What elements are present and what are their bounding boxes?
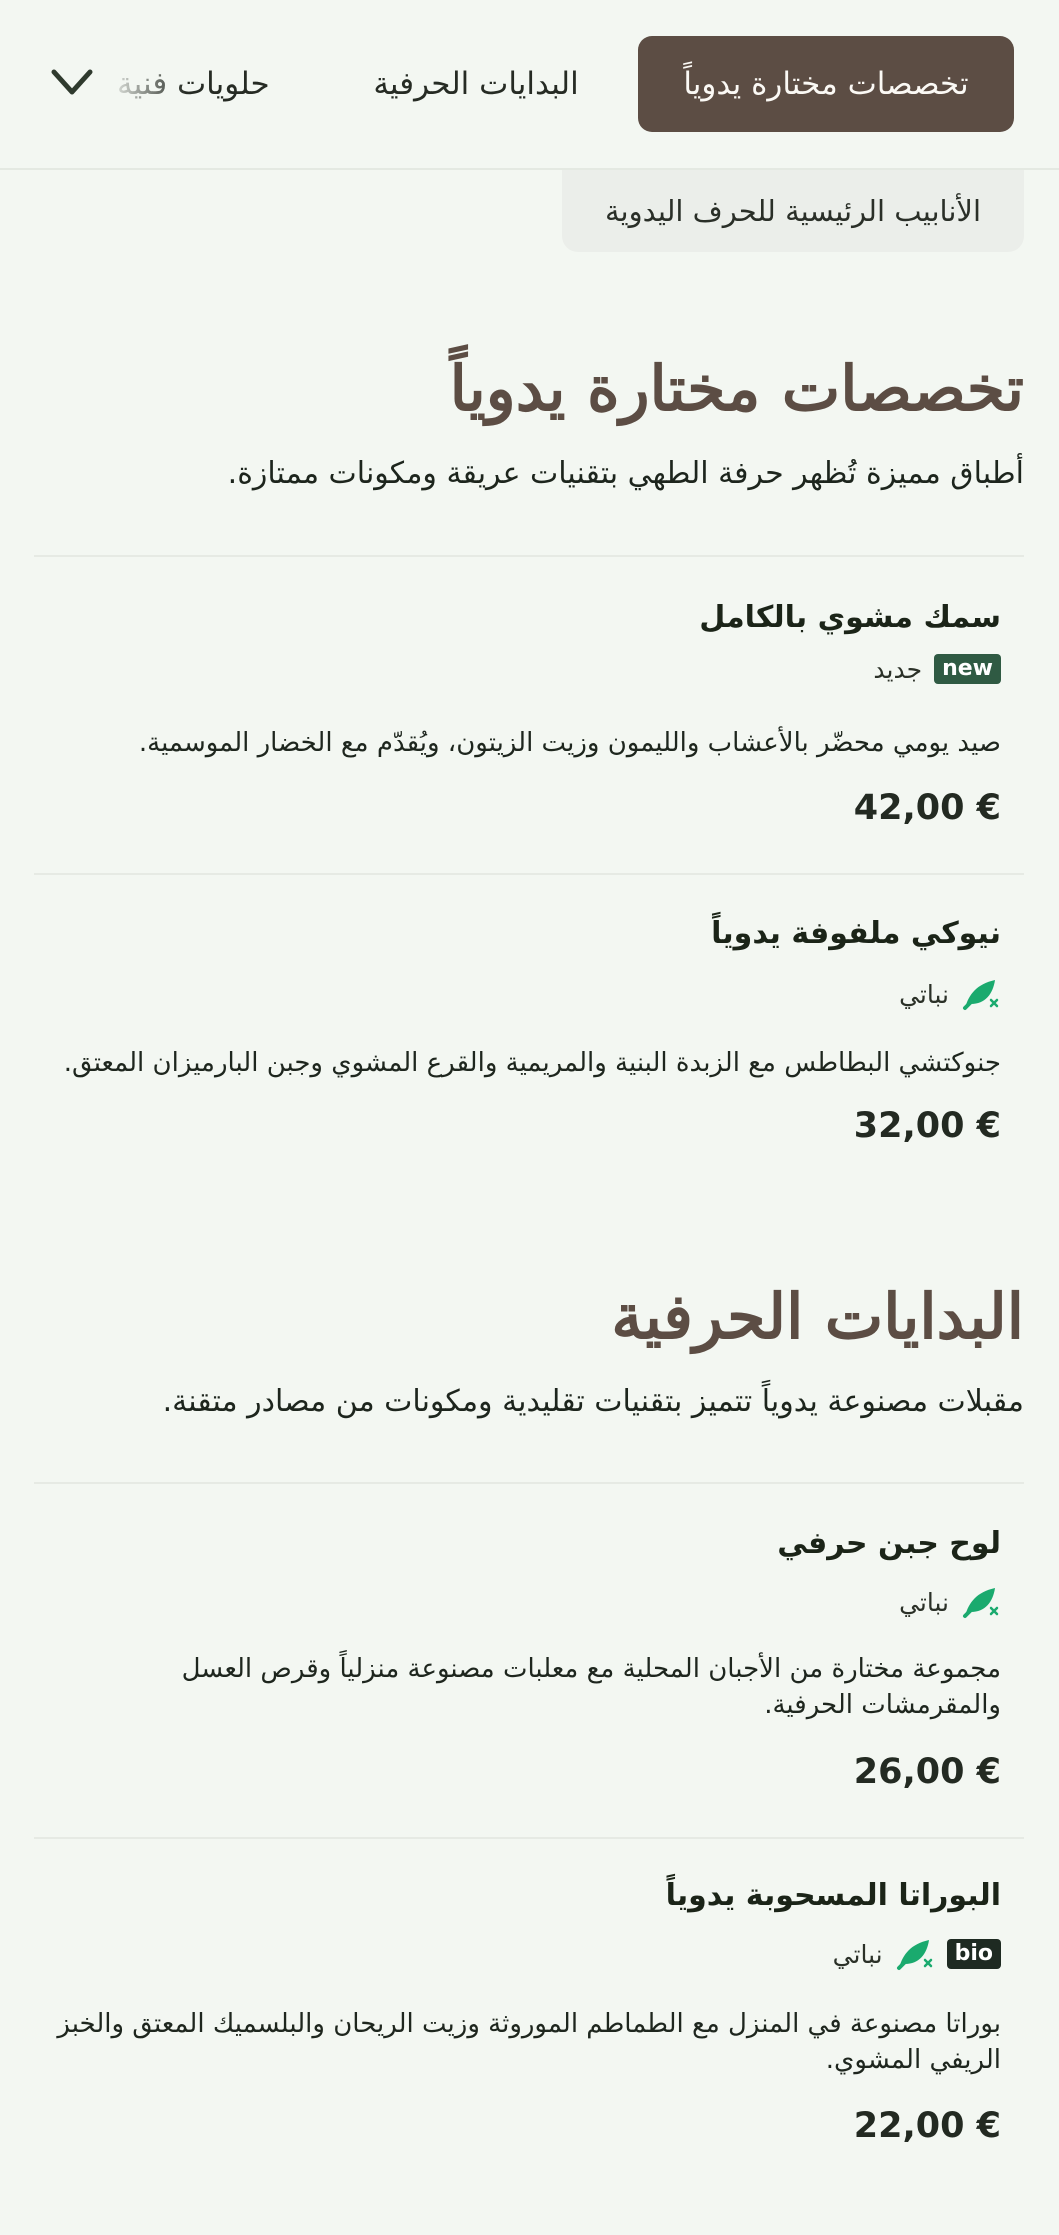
tab-handpicked-specialties[interactable]: تخصصات مختارة يدوياً — [638, 36, 1014, 132]
menu-page: تخصصات مختارة يدوياً البدايات الحرفية حل… — [0, 0, 1059, 2235]
divider — [34, 1837, 1024, 1839]
item-description: صيد يومي محضّر بالأعشاب والليمون وزيت ال… — [138, 728, 1001, 758]
item-tags: نباتي — [899, 1584, 1001, 1620]
menu-item[interactable]: لوح جبن حرفي نباتي مجموعة مختارة من الأج… — [35, 1518, 1001, 1838]
divider — [34, 555, 1024, 557]
tab-label: البدايات الحرفية — [373, 66, 579, 102]
item-description: جنوكتشي البطاطس مع الزبدة البنية والمريم… — [63, 1048, 1001, 1078]
tab-artisan-starters[interactable]: البدايات الحرفية — [361, 36, 591, 132]
vegan-leaf-icon — [963, 1588, 999, 1618]
item-name: نيوكي ملفوفة يدوياً — [711, 916, 1001, 951]
menu-item[interactable]: سمك مشوي بالكامل new جديد صيد يومي محضّر… — [35, 590, 1001, 870]
divider — [34, 1482, 1024, 1484]
tab-label: تخصصات مختارة يدوياً — [683, 66, 969, 102]
item-description: بوراتا مصنوعة في المنزل مع الطماطم المور… — [57, 2009, 1001, 2075]
divider — [34, 873, 1024, 875]
menu-item[interactable]: البوراتا المسحوبة يدوياً bio نباتي بورات… — [35, 1872, 1001, 2192]
vegan-leaf-icon — [963, 980, 999, 1010]
item-tags: نباتي — [899, 976, 1001, 1012]
item-description: مجموعة مختارة من الأجبان المحلية مع معلب… — [181, 1654, 1001, 1720]
bio-badge: bio — [946, 1939, 1001, 1969]
subcategory-label: الأنابيب الرئيسية للحرف اليدوية — [604, 194, 982, 228]
tab-label: حلويات فنية — [117, 66, 270, 102]
item-tags: new جديد — [873, 654, 1001, 684]
tag-label: جديد — [873, 654, 923, 684]
tag-label: نباتي — [832, 1939, 883, 1969]
item-price: 32,00 € — [853, 1106, 1001, 1146]
chevron-down-icon[interactable] — [48, 62, 96, 102]
section-title: تخصصات مختارة يدوياً — [449, 352, 1024, 425]
item-price: 42,00 € — [853, 788, 1001, 828]
subcategory-tab[interactable]: الأنابيب الرئيسية للحرف اليدوية — [562, 170, 1024, 252]
tag-label: نباتي — [899, 979, 949, 1009]
section-title: البدايات الحرفية — [611, 1280, 1024, 1353]
item-name: البوراتا المسحوبة يدوياً — [665, 1878, 1001, 1913]
section-description: أطباق مميزة تُظهر حرفة الطهي بتقنيات عري… — [227, 456, 1024, 491]
item-name: سمك مشوي بالكامل — [699, 600, 1001, 635]
tag-label: نباتي — [899, 1587, 949, 1617]
item-price: 22,00 € — [853, 2106, 1001, 2146]
vegan-leaf-icon — [896, 1940, 932, 1970]
item-name: لوح جبن حرفي — [777, 1526, 1001, 1561]
item-price: 26,00 € — [853, 1752, 1001, 1792]
new-badge: new — [934, 654, 1001, 684]
item-tags: bio نباتي — [833, 1936, 1001, 1972]
section-description: مقبلات مصنوعة يدوياً تتميز بتقنيات تقليد… — [162, 1384, 1024, 1419]
tab-artistic-desserts[interactable]: حلويات فنية — [117, 36, 282, 132]
category-nav: تخصصات مختارة يدوياً البدايات الحرفية حل… — [0, 0, 1059, 170]
menu-item[interactable]: نيوكي ملفوفة يدوياً نباتي جنوكتشي البطاط… — [35, 908, 1001, 1188]
